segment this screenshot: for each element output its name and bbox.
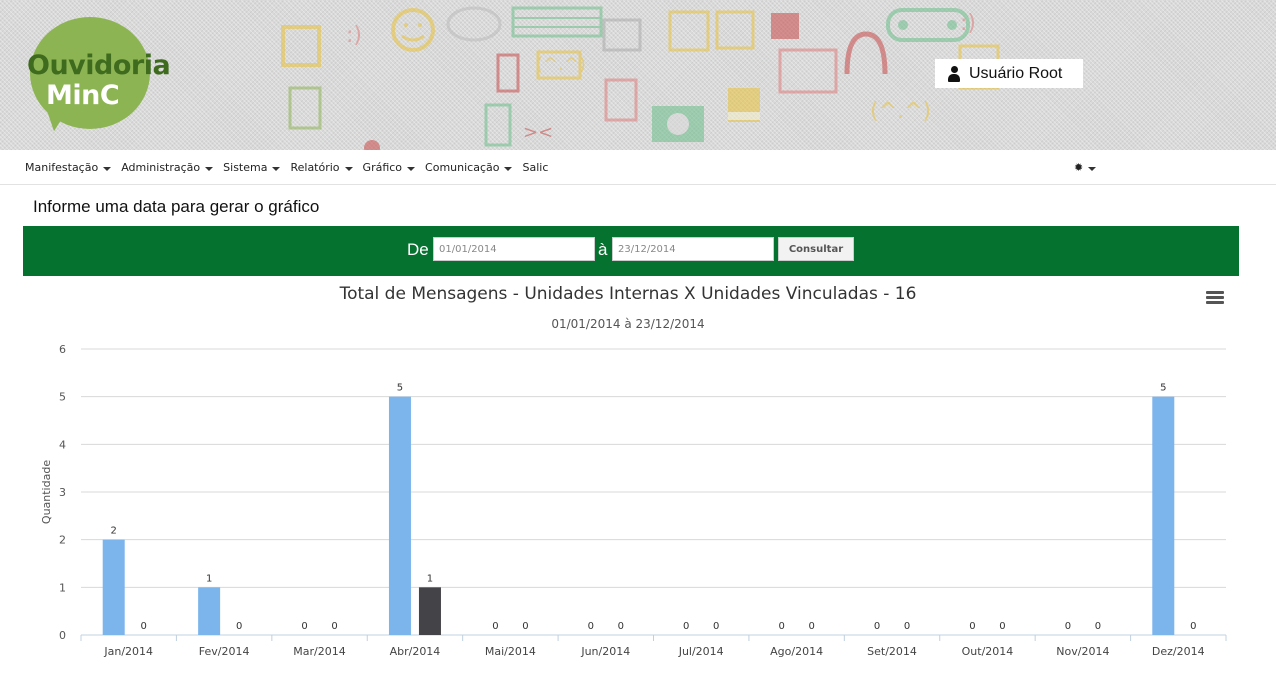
data-label: 0 <box>301 621 307 632</box>
x-tick-label: Set/2014 <box>867 645 917 658</box>
y-tick-label: 3 <box>59 486 66 499</box>
chart-title: Total de Mensagens - Unidades Internas X… <box>339 284 917 304</box>
y-tick-label: 0 <box>59 629 66 642</box>
data-label: 5 <box>1160 383 1166 394</box>
data-label: 0 <box>492 621 498 632</box>
y-tick-label: 6 <box>59 343 66 356</box>
x-tick-label: Mar/2014 <box>293 645 345 658</box>
bar <box>418 587 441 635</box>
y-tick-label: 5 <box>59 391 66 404</box>
data-label: 0 <box>713 621 719 632</box>
data-label: 0 <box>808 621 814 632</box>
data-label: 0 <box>1095 621 1101 632</box>
data-label: 0 <box>778 621 784 632</box>
y-tick-label: 4 <box>59 438 66 451</box>
x-tick-label: Jan/2014 <box>103 645 153 658</box>
x-tick-label: Mai/2014 <box>485 645 536 658</box>
data-label: 0 <box>331 621 337 632</box>
x-tick-label: Out/2014 <box>962 645 1014 658</box>
data-label: 0 <box>236 621 242 632</box>
y-axis-title: Quantidade <box>40 460 53 524</box>
data-label: 0 <box>141 621 147 632</box>
data-label: 0 <box>1190 621 1196 632</box>
data-label: 0 <box>1065 621 1071 632</box>
x-tick-label: Nov/2014 <box>1056 645 1109 658</box>
data-label: 0 <box>683 621 689 632</box>
data-label: 0 <box>999 621 1005 632</box>
hamburger-menu-icon[interactable] <box>1206 291 1224 305</box>
x-tick-label: Jun/2014 <box>580 645 630 658</box>
y-tick-label: 2 <box>59 534 66 547</box>
bar <box>198 587 221 635</box>
x-tick-label: Dez/2014 <box>1152 645 1205 658</box>
data-label: 0 <box>904 621 910 632</box>
x-tick-label: Jul/2014 <box>678 645 724 658</box>
x-tick-label: Ago/2014 <box>770 645 823 658</box>
data-label: 0 <box>588 621 594 632</box>
data-label: 1 <box>206 573 212 584</box>
bar-chart: 0 1 2 3 4 5 6 Quantidade Jan/2014 2 0 Fev/2014 1 0 Mar… <box>40 343 1227 658</box>
x-tick-label: Abr/2014 <box>390 645 441 658</box>
bar <box>1152 396 1175 635</box>
bar <box>388 396 411 635</box>
bar <box>102 539 125 635</box>
data-label: 1 <box>427 573 433 584</box>
data-label: 0 <box>522 621 528 632</box>
data-label: 0 <box>874 621 880 632</box>
data-label: 5 <box>397 383 403 394</box>
y-tick-label: 1 <box>59 581 66 594</box>
data-label: 0 <box>618 621 624 632</box>
chart-subtitle: 01/01/2014 à 23/12/2014 <box>551 317 705 331</box>
data-label: 2 <box>111 526 117 537</box>
x-tick-label: Fev/2014 <box>199 645 250 658</box>
data-label: 0 <box>969 621 975 632</box>
